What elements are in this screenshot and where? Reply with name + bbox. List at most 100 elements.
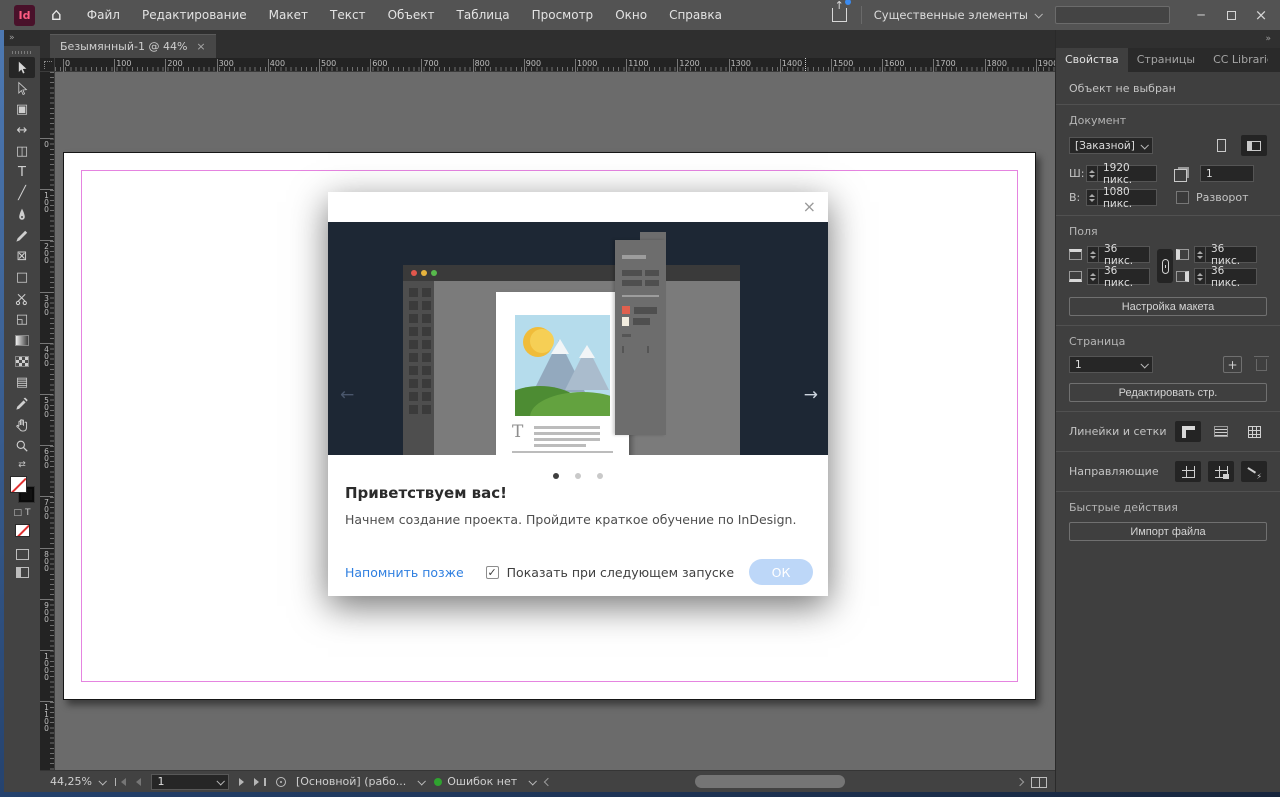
margin-bottom-field[interactable]: 36 пикс. — [1098, 268, 1150, 285]
tools-panel-grip[interactable] — [12, 51, 32, 54]
lock-guides-button[interactable] — [1208, 461, 1234, 482]
add-page-button[interactable]: + — [1223, 356, 1242, 373]
menu-item-9[interactable]: Справка — [658, 0, 733, 30]
workspace-switcher[interactable]: Существенные элементы — [874, 8, 1041, 22]
spread-view-icon[interactable] — [1031, 777, 1047, 788]
apply-none-button[interactable] — [15, 524, 30, 537]
page-number-field[interactable]: 1 — [151, 774, 229, 790]
zoom-tool[interactable] — [9, 435, 35, 456]
zoom-level[interactable]: 44,25% — [50, 775, 105, 788]
margin-bottom-stepper[interactable] — [1087, 268, 1098, 285]
import-file-button[interactable]: Импорт файла — [1069, 522, 1267, 541]
rectangle-tool[interactable]: □ — [9, 267, 35, 288]
minimize-button[interactable]: ─ — [1186, 4, 1216, 26]
horizontal-scrollbar[interactable] — [625, 775, 1000, 788]
page-tool[interactable]: ▣ — [9, 99, 35, 120]
menu-item-4[interactable]: Текст — [319, 0, 377, 30]
edit-page-button[interactable]: Редактировать стр. — [1069, 383, 1267, 402]
last-page-button[interactable] — [254, 778, 266, 786]
scroll-left-arrow[interactable] — [545, 779, 551, 785]
type-tool[interactable]: T — [9, 162, 35, 183]
vertical-ruler[interactable]: 010020030040050060070080090010001100 — [40, 72, 55, 770]
first-page-button[interactable] — [115, 778, 127, 786]
remind-later-link[interactable]: Напомнить позже — [345, 565, 464, 580]
width-stepper[interactable] — [1086, 165, 1097, 182]
tab-pages[interactable]: Страницы — [1128, 48, 1204, 72]
orientation-portrait-button[interactable] — [1208, 135, 1234, 156]
share-icon[interactable]: ↑ — [832, 8, 847, 22]
formatting-affects-text-icon[interactable]: T — [25, 508, 31, 518]
maximize-button[interactable] — [1216, 4, 1246, 26]
scrollbar-thumb[interactable] — [695, 775, 845, 788]
paragraph-style-selector[interactable]: [Основной] (рабо... — [296, 775, 424, 788]
width-field[interactable]: 1920 пикс. — [1097, 165, 1157, 182]
tools-panel-collapse[interactable]: » — [4, 30, 40, 46]
gradient-swatch-tool[interactable] — [9, 330, 35, 351]
formatting-affects-container-icon[interactable]: □ — [13, 508, 22, 518]
home-icon[interactable]: ⌂ — [51, 7, 62, 24]
ok-button[interactable]: ОК — [749, 559, 813, 585]
ruler-origin[interactable] — [40, 58, 55, 72]
link-margins-icon[interactable] — [1157, 249, 1173, 283]
carousel-dot-2[interactable] — [575, 473, 581, 479]
eyedropper-tool[interactable] — [9, 393, 35, 414]
carousel-prev-icon[interactable]: ← — [340, 385, 354, 405]
line-tool[interactable]: ╱ — [9, 183, 35, 204]
menu-item-2[interactable]: Редактирование — [131, 0, 258, 30]
selection-tool[interactable] — [9, 57, 35, 78]
facing-pages-checkbox[interactable] — [1176, 191, 1189, 204]
scroll-right-arrow[interactable] — [1016, 778, 1024, 786]
margin-outer-field[interactable]: 36 пикс. — [1205, 268, 1257, 285]
note-tool[interactable]: ▤ — [9, 372, 35, 393]
document-grid-button[interactable] — [1241, 421, 1267, 442]
fill-swatch[interactable] — [10, 476, 27, 493]
tab-properties[interactable]: Свойства — [1056, 48, 1128, 72]
free-transform-tool[interactable]: ◱ — [9, 309, 35, 330]
scissors-tool[interactable] — [9, 288, 35, 309]
menu-item-1[interactable]: Файл — [76, 0, 131, 30]
show-rulers-button[interactable] — [1175, 421, 1201, 442]
carousel-dot-3[interactable] — [597, 473, 603, 479]
adjust-layout-button[interactable]: Настройка макета — [1069, 297, 1267, 316]
menu-item-6[interactable]: Таблица — [446, 0, 521, 30]
page-dropdown[interactable]: 1 — [1069, 356, 1153, 373]
dialog-close-icon[interactable]: × — [803, 199, 816, 215]
height-stepper[interactable] — [1086, 189, 1097, 206]
menu-item-7[interactable]: Просмотр — [521, 0, 605, 30]
menu-item-8[interactable]: Окно — [604, 0, 658, 30]
next-page-button[interactable] — [239, 778, 244, 786]
margin-top-field[interactable]: 36 пикс. — [1098, 246, 1150, 263]
screen-mode-preview-icon[interactable] — [16, 567, 29, 578]
margin-top-stepper[interactable] — [1087, 246, 1098, 263]
smart-guides-button[interactable] — [1241, 461, 1267, 482]
swap-fill-stroke-icon[interactable]: ⇄ — [18, 460, 26, 470]
pencil-tool[interactable] — [9, 225, 35, 246]
show-on-startup-checkbox[interactable]: ✓ — [486, 566, 499, 579]
menu-item-5[interactable]: Объект — [377, 0, 446, 30]
pages-count-field[interactable]: 1 — [1200, 165, 1254, 182]
margin-inner-stepper[interactable] — [1194, 246, 1205, 263]
baseline-grid-button[interactable] — [1208, 421, 1234, 442]
menu-item-3[interactable]: Макет — [258, 0, 319, 30]
preset-dropdown[interactable]: [Заказной] — [1069, 137, 1153, 154]
screen-mode-normal-icon[interactable] — [16, 549, 29, 560]
gradient-feather-tool[interactable] — [9, 351, 35, 372]
fill-stroke-indicator[interactable] — [9, 476, 35, 502]
tab-close-icon[interactable]: × — [196, 40, 205, 53]
content-collector-tool[interactable]: ◫ — [9, 141, 35, 162]
delete-page-icon[interactable] — [1256, 359, 1267, 371]
gap-tool[interactable]: ↔ — [9, 120, 35, 141]
orientation-landscape-button[interactable] — [1241, 135, 1267, 156]
direct-selection-tool[interactable] — [9, 78, 35, 99]
horizontal-ruler[interactable]: 0100200300400500600700800900100011001200… — [55, 58, 1055, 72]
hand-tool[interactable] — [9, 414, 35, 435]
search-input[interactable] — [1055, 6, 1170, 24]
margin-outer-stepper[interactable] — [1194, 268, 1205, 285]
margin-inner-field[interactable]: 36 пикс. — [1205, 246, 1257, 263]
show-guides-button[interactable] — [1175, 461, 1201, 482]
close-button[interactable]: × — [1246, 4, 1276, 26]
previous-page-button[interactable] — [136, 778, 141, 786]
preflight-status[interactable]: Ошибок нет — [434, 775, 535, 788]
preflight-icon[interactable] — [276, 777, 286, 787]
tab-cc-libraries[interactable]: CC Libraries — [1204, 48, 1268, 72]
